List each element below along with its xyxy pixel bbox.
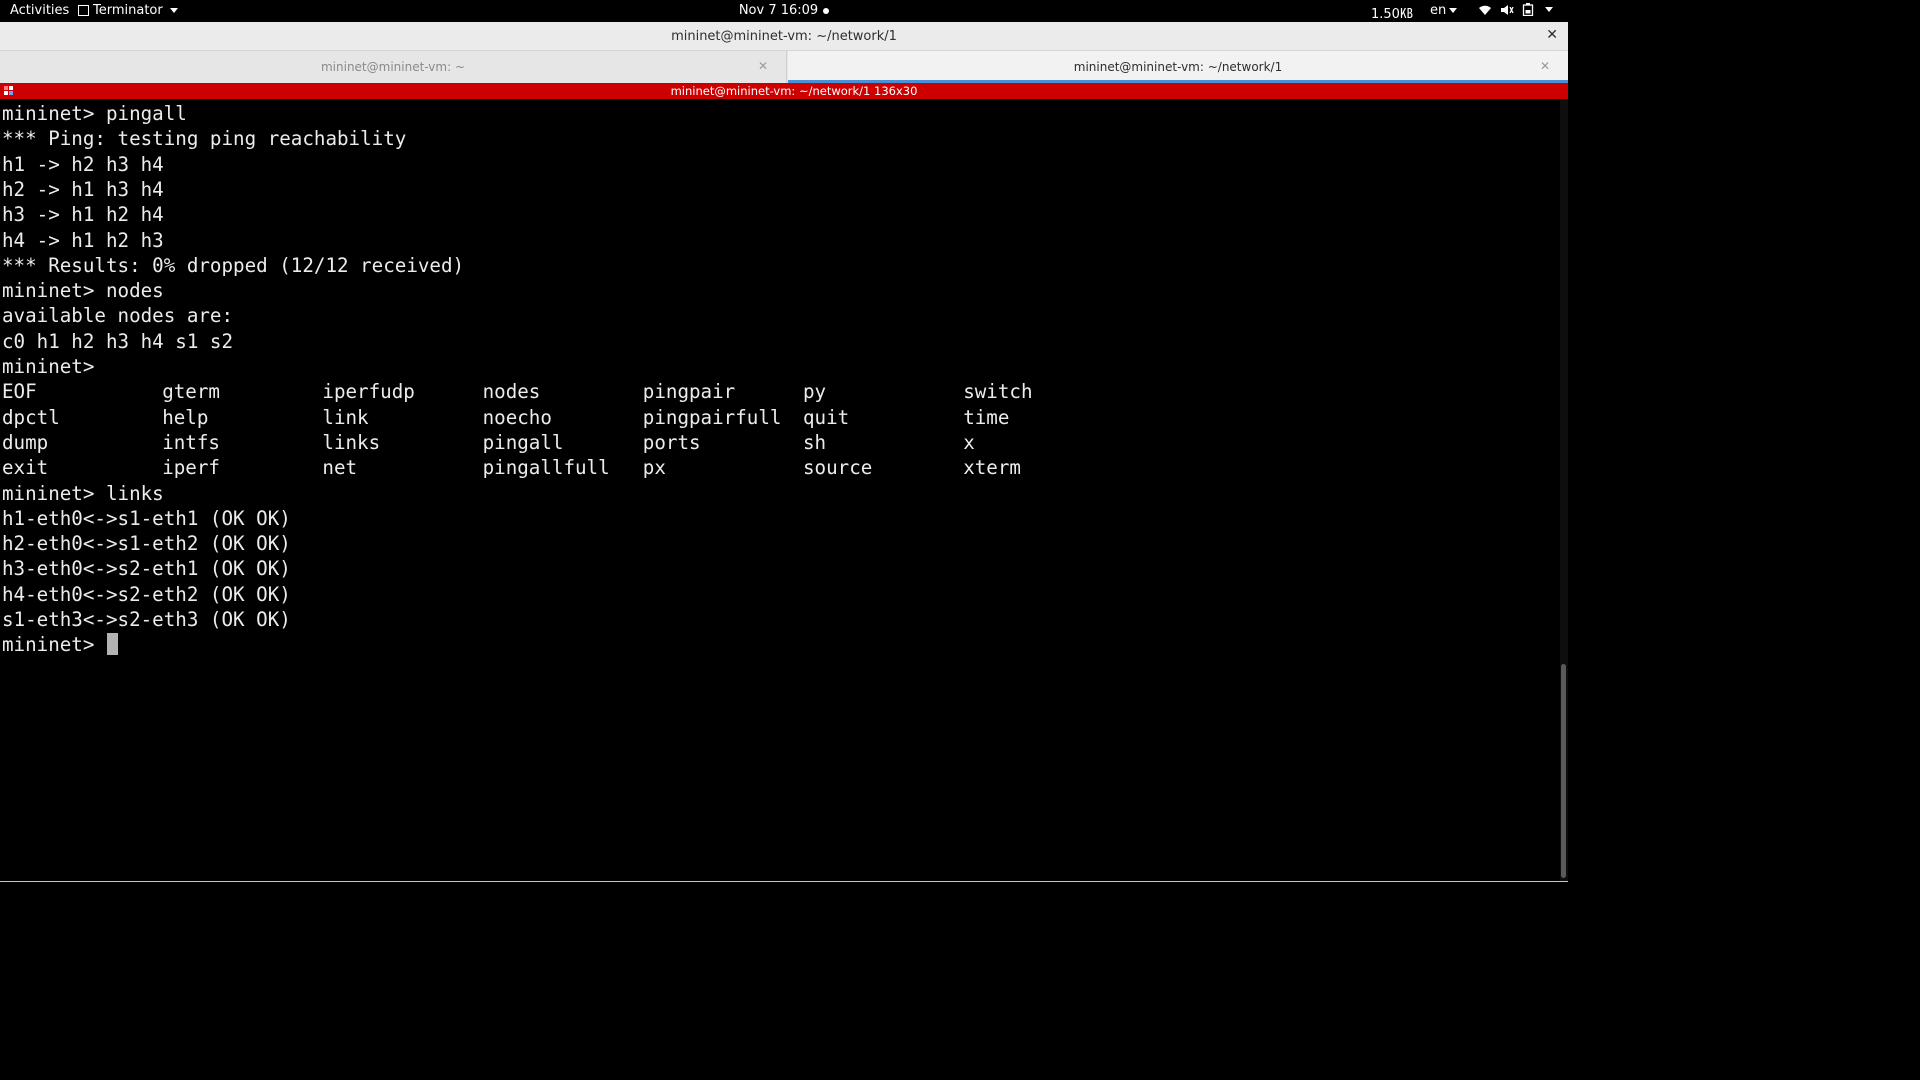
terminal-output[interactable]: mininet> pingall *** Ping: testing ping r… <box>0 99 1560 881</box>
tab-network-1[interactable]: mininet@mininet-vm: ~/network/1 ✕ <box>788 51 1568 83</box>
terminal-line: h1-eth0<->s1-eth1 (OK OK) <box>2 506 291 530</box>
terminal-line: h3 -> h1 h2 h4 <box>2 203 164 227</box>
battery-icon <box>1522 3 1534 16</box>
close-icon[interactable]: ✕ <box>1546 27 1558 43</box>
language-indicator[interactable]: en <box>1430 3 1458 18</box>
command-name: iperfudp <box>322 380 415 404</box>
tab-label: mininet@mininet-vm: ~/network/1 <box>1073 60 1283 74</box>
command-name: xterm <box>963 456 1021 480</box>
command-name: net <box>322 456 358 480</box>
command-name: help <box>162 405 209 429</box>
close-icon[interactable]: ✕ <box>1540 59 1550 73</box>
prompt-text: mininet> <box>2 633 106 657</box>
clock-text: Nov 7 16:09 <box>738 3 819 18</box>
command-name: sh <box>803 430 827 454</box>
command-name: exit <box>2 456 49 480</box>
command-name: pingpairfull <box>642 405 782 429</box>
terminal-line: h3-eth0<->s2-eth1 (OK OK) <box>2 557 291 581</box>
notification-dot-icon <box>823 7 830 14</box>
command-name: intfs <box>162 430 220 454</box>
command-name: pingall <box>482 430 564 454</box>
terminal-line: h4-eth0<->s2-eth2 (OK OK) <box>2 582 291 606</box>
terminal-line: c0 h1 h2 h3 h4 s1 s2 <box>2 329 234 353</box>
wifi-icon <box>1479 5 1491 15</box>
command-name: source <box>803 456 873 480</box>
terminal-title: mininet@mininet-vm: ~/network/1 136x30 <box>670 84 918 98</box>
command-name: pingpair <box>642 380 736 404</box>
terminal-line: mininet> pingall <box>2 102 187 125</box>
terminal-line: *** Ping: testing ping reachability <box>2 127 407 151</box>
text-cursor[interactable] <box>106 633 118 656</box>
clock[interactable]: Nov 7 16:09 <box>0 3 1568 18</box>
terminal-line: h2 -> h1 h3 h4 <box>2 177 164 201</box>
command-name: quit <box>803 405 850 429</box>
net-speed-indicator[interactable]: 1.50㎅ <box>1371 3 1413 22</box>
system-tray[interactable] <box>1478 3 1553 16</box>
chevron-down-icon <box>1545 7 1553 12</box>
command-name: py <box>803 380 827 404</box>
terminal-line: mininet> <box>2 355 95 378</box>
prompt-line: mininet> <box>2 632 118 657</box>
tab-label: mininet@mininet-vm: ~ <box>320 60 466 74</box>
command-name: x <box>963 430 975 454</box>
command-name: dump <box>2 430 49 454</box>
close-icon[interactable]: ✕ <box>758 59 768 73</box>
command-name: iperf <box>162 456 220 480</box>
command-name: gterm <box>162 380 220 404</box>
window-title: mininet@mininet-vm: ~/network/1 <box>671 29 897 44</box>
terminal-line: h1 -> h2 h3 h4 <box>2 152 164 176</box>
terminal-line: h4 -> h1 h2 h3 <box>2 228 164 252</box>
command-name: switch <box>963 380 1033 404</box>
tab-bar: mininet@mininet-vm: ~ ✕ mininet@mininet-… <box>0 51 1568 83</box>
command-name: link <box>322 405 369 429</box>
volume-icon <box>1501 4 1514 15</box>
language-label: en <box>1430 3 1447 18</box>
terminal-line: mininet> links <box>2 481 164 505</box>
scrollbar-thumb[interactable] <box>1561 664 1566 878</box>
terminal-line: *** Results: 0% dropped (12/12 received) <box>2 253 465 277</box>
command-name: nodes <box>482 380 541 404</box>
terminal-titlebar[interactable]: mininet@mininet-vm: ~/network/1 136x30 <box>0 83 1568 99</box>
command-name: px <box>642 456 666 480</box>
tab-home[interactable]: mininet@mininet-vm: ~ ✕ <box>0 51 787 83</box>
scrollbar[interactable] <box>1560 99 1568 881</box>
command-name: EOF <box>2 380 37 404</box>
command-name: dpctl <box>2 405 60 429</box>
command-name: noecho <box>482 405 552 429</box>
gnome-top-bar: Activities Terminator Nov 7 16:09 1.50㎅ … <box>0 0 1568 22</box>
terminal-line: available nodes are: <box>2 304 234 328</box>
window-titlebar[interactable]: mininet@mininet-vm: ~/network/1 ✕ <box>0 22 1568 51</box>
terminal-line: mininet> nodes <box>2 279 164 303</box>
window-bottom-border <box>0 881 1568 882</box>
command-name: pingallfull <box>482 456 610 480</box>
command-name: ports <box>642 430 701 454</box>
command-name: time <box>963 405 1010 429</box>
terminal-line: h2-eth0<->s1-eth2 (OK OK) <box>2 532 291 556</box>
command-name: links <box>322 430 381 454</box>
terminal-line: s1-eth3<->s2-eth3 (OK OK) <box>2 608 291 631</box>
chevron-down-icon <box>1449 8 1458 13</box>
